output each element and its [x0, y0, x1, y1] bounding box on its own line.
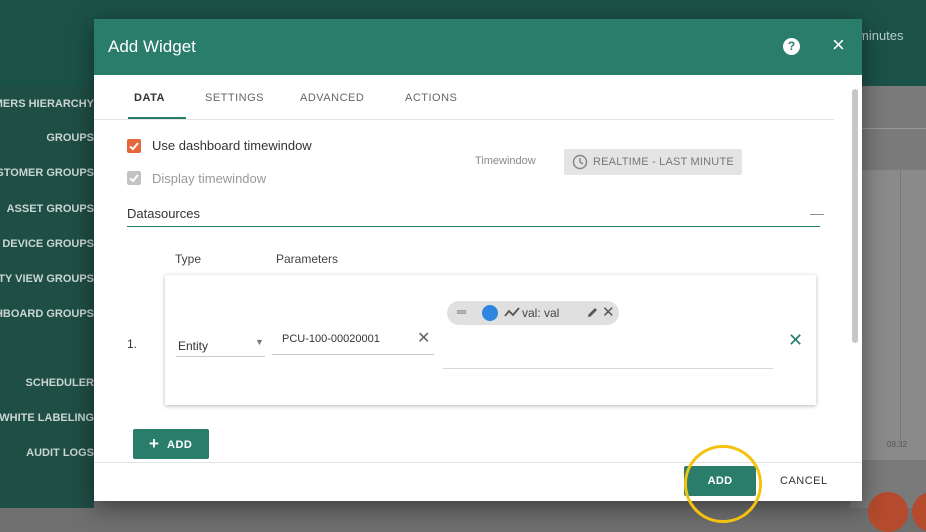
- entity-autocomplete-input[interactable]: PCU-100-00020001: [282, 333, 380, 345]
- chevron-down-icon[interactable]: ▼: [255, 337, 264, 347]
- click-highlight-circle: [684, 445, 762, 523]
- parameters-underline: [443, 368, 773, 369]
- timewindow-label: Timewindow: [475, 155, 536, 167]
- tabs-divider: [94, 119, 834, 120]
- app-sidebar: CUSTOMERS HIERARCHY GROUPS CUSTOMER GROU…: [0, 86, 94, 508]
- pencil-icon[interactable]: [586, 306, 599, 319]
- add-datasource-label: ADD: [167, 439, 193, 451]
- add-widget-dialog: Add Widget ? × DATA SETTINGS ADVANCED AC…: [94, 19, 862, 501]
- remove-key-icon[interactable]: ✕: [602, 303, 615, 321]
- timewindow-button[interactable]: REALTIME - LAST MINUTE: [564, 149, 742, 175]
- add-datasource-button[interactable]: + ADD: [133, 429, 209, 459]
- collapse-icon[interactable]: —: [810, 205, 824, 221]
- tab-data[interactable]: DATA: [134, 92, 165, 104]
- clear-entity-icon[interactable]: ✕: [417, 328, 430, 348]
- tab-settings[interactable]: SETTINGS: [205, 92, 264, 104]
- clock-icon: [572, 154, 588, 170]
- datasources-divider: [127, 226, 820, 227]
- cancel-button[interactable]: CANCEL: [780, 475, 828, 487]
- datasources-title: Datasources: [127, 206, 200, 221]
- drag-handle-icon[interactable]: ═: [457, 304, 466, 319]
- key-color-swatch[interactable]: [482, 305, 498, 321]
- check-icon: [129, 142, 139, 151]
- tab-advanced[interactable]: ADVANCED: [300, 92, 364, 104]
- toolbar-timewindow-text: minutes: [858, 28, 904, 43]
- chart-gridline: [900, 170, 901, 440]
- dialog-header: Add Widget ? ×: [94, 19, 862, 75]
- timeseries-icon: [504, 307, 520, 317]
- use-dashboard-timewindow-checkbox[interactable]: [127, 139, 141, 153]
- widget-panel: [856, 170, 926, 460]
- dialog-title: Add Widget: [108, 37, 196, 56]
- plus-icon: +: [149, 434, 159, 453]
- datasource-index: 1.: [127, 337, 138, 351]
- chart-axis-tick: 09:32: [887, 440, 908, 449]
- use-dashboard-timewindow-label: Use dashboard timewindow: [152, 138, 312, 153]
- datasource-type-select[interactable]: Entity: [178, 339, 208, 353]
- type-select-underline: [176, 356, 265, 357]
- timewindow-value: REALTIME - LAST MINUTE: [593, 156, 734, 168]
- data-key-chip[interactable]: ═ val: val ✕: [447, 301, 619, 325]
- data-key-label: val: val: [522, 306, 560, 320]
- check-icon: [129, 174, 139, 183]
- help-circle-icon[interactable]: ?: [783, 38, 800, 55]
- tab-actions[interactable]: ACTIONS: [405, 92, 457, 104]
- column-header-type: Type: [175, 252, 202, 266]
- display-timewindow-checkbox[interactable]: [127, 171, 141, 185]
- column-header-parameters: Parameters: [276, 252, 339, 266]
- fab-button: [868, 492, 908, 532]
- remove-datasource-icon[interactable]: ✕: [788, 330, 803, 351]
- dashboard-divider: [858, 128, 926, 129]
- widget-tabs: DATA SETTINGS ADVANCED ACTIONS: [94, 75, 834, 121]
- entity-input-underline: [272, 354, 434, 355]
- display-timewindow-label: Display timewindow: [152, 171, 267, 186]
- close-icon[interactable]: ×: [832, 34, 845, 56]
- dialog-scrollbar[interactable]: [852, 89, 858, 343]
